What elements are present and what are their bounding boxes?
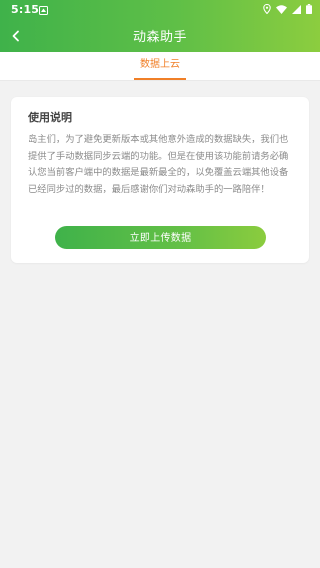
- upload-data-button[interactable]: 立即上传数据: [55, 226, 266, 249]
- page-title: 动森助手: [132, 30, 187, 45]
- app-bar: 动森助手: [0, 20, 320, 52]
- tab-active-indicator: [134, 78, 186, 80]
- tab-data-upload[interactable]: 数据上云: [134, 52, 186, 80]
- header: 5:15 动森助手: [0, 0, 320, 52]
- card-description: 岛主们，为了避免更新版本或其他意外造成的数据缺失，我们也提供了手动数据同步云端的…: [28, 134, 289, 195]
- status-time: 5:15: [11, 3, 40, 16]
- location-icon: [263, 3, 271, 17]
- tab-bar: 数据上云: [0, 52, 320, 81]
- instructions-card: 使用说明 岛主们，为了避免更新版本或其他意外造成的数据缺失，我们也提供了手动数据…: [11, 97, 309, 263]
- status-bar: 5:15: [0, 0, 320, 20]
- wifi-icon: [276, 4, 287, 17]
- status-icons: [263, 3, 312, 17]
- notification-icon: [39, 5, 48, 15]
- card-title: 使用说明: [28, 111, 72, 124]
- signal-icon: [292, 4, 301, 17]
- battery-icon: [306, 4, 312, 17]
